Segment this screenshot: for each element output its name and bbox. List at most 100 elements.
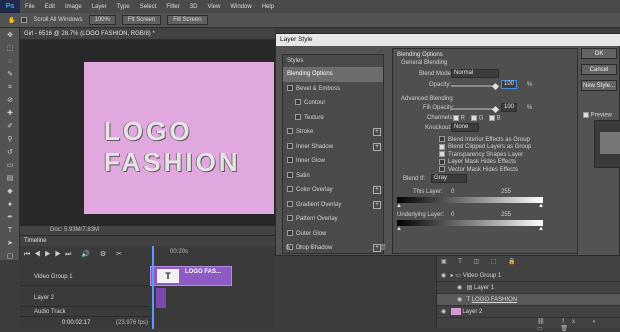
- layers-toolbar-icons[interactable]: ▣ T ◫ ⬚ 🔒: [441, 258, 521, 265]
- quick-select-tool-icon[interactable]: ✎: [4, 70, 16, 80]
- style-item-texture[interactable]: Texture: [283, 111, 383, 126]
- adv-option-0[interactable]: Blend Interior Effects as Group: [439, 136, 530, 143]
- fill-opacity-slider[interactable]: [451, 108, 495, 110]
- style-item-blending-options[interactable]: Blending Options: [283, 67, 383, 82]
- style-checkbox[interactable]: [287, 128, 293, 135]
- fit-screen-button[interactable]: Fit Screen: [121, 15, 162, 25]
- brush-tool-icon[interactable]: ✐: [4, 122, 16, 132]
- menu-type[interactable]: Type: [112, 4, 135, 10]
- style-item-stroke[interactable]: Stroke +: [283, 125, 383, 140]
- styles-header[interactable]: Styles: [283, 55, 383, 67]
- crop-tool-icon[interactable]: ⌗: [4, 83, 16, 93]
- ok-button[interactable]: OK: [581, 48, 617, 59]
- adv-option-2[interactable]: Transparency Shapes Layer: [439, 151, 523, 158]
- fill-opacity-thumb[interactable]: [491, 105, 500, 114]
- underlying-white-thumb[interactable]: ▲: [538, 226, 544, 232]
- adv-option-1[interactable]: Blend Clipped Layers as Group: [439, 143, 531, 150]
- blend-if-select[interactable]: Gray: [431, 174, 467, 183]
- blend-mode-select[interactable]: Normal: [451, 69, 499, 78]
- eye-icon[interactable]: ◉: [441, 270, 449, 282]
- menu-select[interactable]: Select: [135, 4, 162, 10]
- opacity-slider-thumb[interactable]: [491, 82, 500, 91]
- style-item-inner-glow[interactable]: Inner Glow: [283, 154, 383, 169]
- healing-tool-icon[interactable]: ✚: [4, 109, 16, 119]
- channel-r[interactable]: R: [453, 115, 465, 122]
- adv-option-3[interactable]: Layer Mask Hides Effects: [439, 158, 516, 165]
- this-layer-white-thumb[interactable]: ▲: [538, 203, 544, 209]
- style-item-satin[interactable]: Satin: [283, 169, 383, 184]
- style-checkbox[interactable]: [287, 157, 293, 164]
- style-checkbox[interactable]: [295, 99, 301, 106]
- history-brush-tool-icon[interactable]: ↺: [4, 148, 16, 158]
- marquee-tool-icon[interactable]: ⬚: [4, 44, 16, 54]
- gradient-tool-icon[interactable]: ▤: [4, 174, 16, 184]
- move-up-down-icon[interactable]: ⬆⬇: [298, 244, 320, 251]
- style-checkbox[interactable]: [287, 186, 293, 193]
- menu-file[interactable]: File: [20, 4, 40, 10]
- this-layer-black-thumb[interactable]: ▲: [396, 203, 402, 209]
- timeline-row-layer2[interactable]: Layer 2: [20, 289, 150, 307]
- type-tool-icon[interactable]: T: [4, 226, 16, 236]
- fill-opacity-input[interactable]: 100: [501, 103, 517, 112]
- style-checkbox[interactable]: [287, 84, 293, 91]
- move-tool-icon[interactable]: ✥: [4, 31, 16, 41]
- menu-filter[interactable]: Filter: [161, 4, 184, 10]
- style-item-pattern-overlay[interactable]: Pattern Overlay: [283, 212, 383, 227]
- underlying-gradient[interactable]: [397, 220, 543, 226]
- menu-view[interactable]: View: [202, 4, 225, 10]
- fx-icon[interactable]: fx: [286, 245, 291, 251]
- eyedropper-tool-icon[interactable]: ⊘: [4, 96, 16, 106]
- style-checkbox[interactable]: [295, 113, 301, 120]
- adv-option-checkbox[interactable]: [439, 136, 445, 142]
- channel-b[interactable]: B: [489, 115, 501, 122]
- menu-3d[interactable]: 3D: [185, 4, 203, 10]
- timeline-clip-logo[interactable]: T LOGO FAS...: [150, 266, 232, 286]
- style-item-outer-glow[interactable]: Outer Glow: [283, 227, 383, 242]
- add-style-icon[interactable]: +: [373, 186, 381, 194]
- layer-1[interactable]: ◉ ▤ Layer 1: [437, 282, 620, 294]
- zoom-100-button[interactable]: 100%: [88, 15, 116, 25]
- playhead[interactable]: [152, 246, 154, 329]
- opacity-slider[interactable]: [451, 85, 495, 87]
- eye-icon[interactable]: ◉: [457, 294, 465, 306]
- playback-controls[interactable]: ⏮◀▶▶⏭ 🔊 ⚙ ✂: [24, 250, 126, 259]
- shape-tool-icon[interactable]: ▢: [4, 252, 16, 262]
- dodge-tool-icon[interactable]: ●: [4, 200, 16, 210]
- cancel-button[interactable]: Cancel: [581, 64, 617, 75]
- preview-toggle[interactable]: Preview: [583, 112, 612, 119]
- layer-video-group[interactable]: ◉ ▸ ▭ Video Group 1: [437, 270, 620, 282]
- style-item-color-overlay[interactable]: Color Overlay +: [283, 183, 383, 198]
- layer-logo-fashion[interactable]: ◉ T LOGO FASHION: [437, 294, 620, 306]
- stamp-tool-icon[interactable]: ⚲: [4, 135, 16, 145]
- style-item-bevel-emboss[interactable]: Bevel & Emboss: [283, 82, 383, 97]
- adv-option-checkbox[interactable]: [439, 158, 445, 165]
- menu-layer[interactable]: Layer: [87, 4, 112, 10]
- document-tab[interactable]: Girl - 6516 @ 28.7% (LOGO FASHION, RGB/8…: [20, 28, 275, 40]
- add-style-icon[interactable]: +: [373, 200, 381, 209]
- knockout-select[interactable]: None: [451, 123, 479, 132]
- adv-option-checkbox[interactable]: [439, 151, 445, 157]
- pen-tool-icon[interactable]: ✒: [4, 213, 16, 223]
- style-checkbox[interactable]: [287, 215, 293, 222]
- eye-icon[interactable]: ◉: [457, 282, 465, 294]
- style-item-contour[interactable]: Contour: [283, 96, 383, 111]
- underlying-black-thumb[interactable]: ▲: [396, 226, 402, 232]
- preview-checkbox[interactable]: [583, 112, 589, 118]
- fill-screen-button[interactable]: Fill Screen: [167, 15, 208, 25]
- channel-g[interactable]: G: [471, 115, 483, 122]
- timeline-row-audio[interactable]: Audio Track: [20, 307, 150, 317]
- adv-option-checkbox[interactable]: [439, 166, 445, 172]
- timeline-clip-layer2[interactable]: [156, 288, 166, 308]
- style-checkbox[interactable]: [287, 171, 293, 178]
- style-checkbox[interactable]: [287, 142, 293, 149]
- trash-icon[interactable]: 🗑: [379, 244, 387, 251]
- menu-image[interactable]: Image: [60, 4, 87, 10]
- blur-tool-icon[interactable]: ◆: [4, 187, 16, 197]
- menu-window[interactable]: Window: [225, 4, 256, 10]
- style-checkbox[interactable]: [287, 229, 293, 236]
- opacity-input[interactable]: 100: [501, 80, 517, 89]
- menu-help[interactable]: Help: [257, 4, 279, 10]
- add-style-icon[interactable]: +: [373, 128, 381, 136]
- path-select-tool-icon[interactable]: ➤: [4, 239, 16, 249]
- layer-2[interactable]: ◉ Layer 2: [437, 306, 620, 318]
